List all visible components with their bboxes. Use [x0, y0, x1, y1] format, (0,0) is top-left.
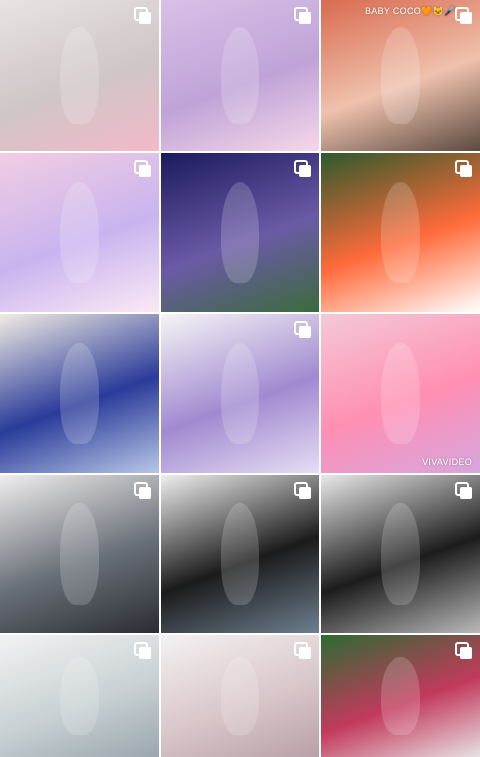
grid-tile-r2c3[interactable]: [321, 153, 480, 312]
person-silhouette: [381, 342, 420, 445]
multiple-photos-icon: [134, 160, 151, 177]
multiple-photos-icon: [294, 321, 311, 338]
multiple-photos-icon: [134, 7, 151, 24]
person-silhouette: [60, 503, 99, 605]
person-silhouette: [381, 181, 420, 284]
person-silhouette: [221, 656, 259, 736]
grid-tile-r1c3[interactable]: BABY COCO🧡🐱🎤: [321, 0, 480, 151]
grid-tile-r3c3[interactable]: VIVAVIDEO: [321, 314, 480, 473]
multiple-photos-icon: [294, 482, 311, 499]
grid-tile-r4c2[interactable]: [161, 475, 319, 633]
multiple-photos-icon: [294, 642, 311, 659]
grid-tile-r3c1[interactable]: [0, 314, 159, 473]
multiple-photos-icon: [134, 642, 151, 659]
multiple-photos-icon: [455, 642, 472, 659]
grid-tile-r5c2[interactable]: [161, 635, 319, 757]
grid-tile-r2c2[interactable]: [161, 153, 319, 312]
person-silhouette: [221, 342, 259, 445]
grid-tile-r4c1[interactable]: [0, 475, 159, 633]
grid-tile-r1c2[interactable]: [161, 0, 319, 151]
person-silhouette: [60, 656, 99, 736]
grid-tile-r3c2[interactable]: [161, 314, 319, 473]
person-silhouette: [381, 656, 420, 736]
person-silhouette: [221, 27, 259, 124]
person-silhouette: [221, 503, 259, 605]
grid-tile-r5c1[interactable]: [0, 635, 159, 757]
tile-caption: VIVAVIDEO: [422, 457, 472, 467]
person-silhouette: [60, 27, 99, 124]
multiple-photos-icon: [455, 482, 472, 499]
grid-tile-r5c3[interactable]: [321, 635, 480, 757]
person-silhouette: [221, 181, 259, 284]
grid-tile-r2c1[interactable]: [0, 153, 159, 312]
person-silhouette: [381, 503, 420, 605]
grid-tile-r1c1[interactable]: [0, 0, 159, 151]
multiple-photos-icon: [294, 160, 311, 177]
multiple-photos-icon: [294, 7, 311, 24]
person-silhouette: [60, 181, 99, 284]
multiple-photos-icon: [455, 160, 472, 177]
photo-grid: BABY COCO🧡🐱🎤 VIVAVIDEO: [0, 0, 480, 757]
multiple-photos-icon: [455, 7, 472, 24]
grid-tile-r4c3[interactable]: [321, 475, 480, 633]
tile-caption: BABY COCO🧡🐱🎤: [365, 6, 456, 16]
person-silhouette: [60, 342, 99, 445]
person-silhouette: [381, 27, 420, 124]
multiple-photos-icon: [134, 482, 151, 499]
